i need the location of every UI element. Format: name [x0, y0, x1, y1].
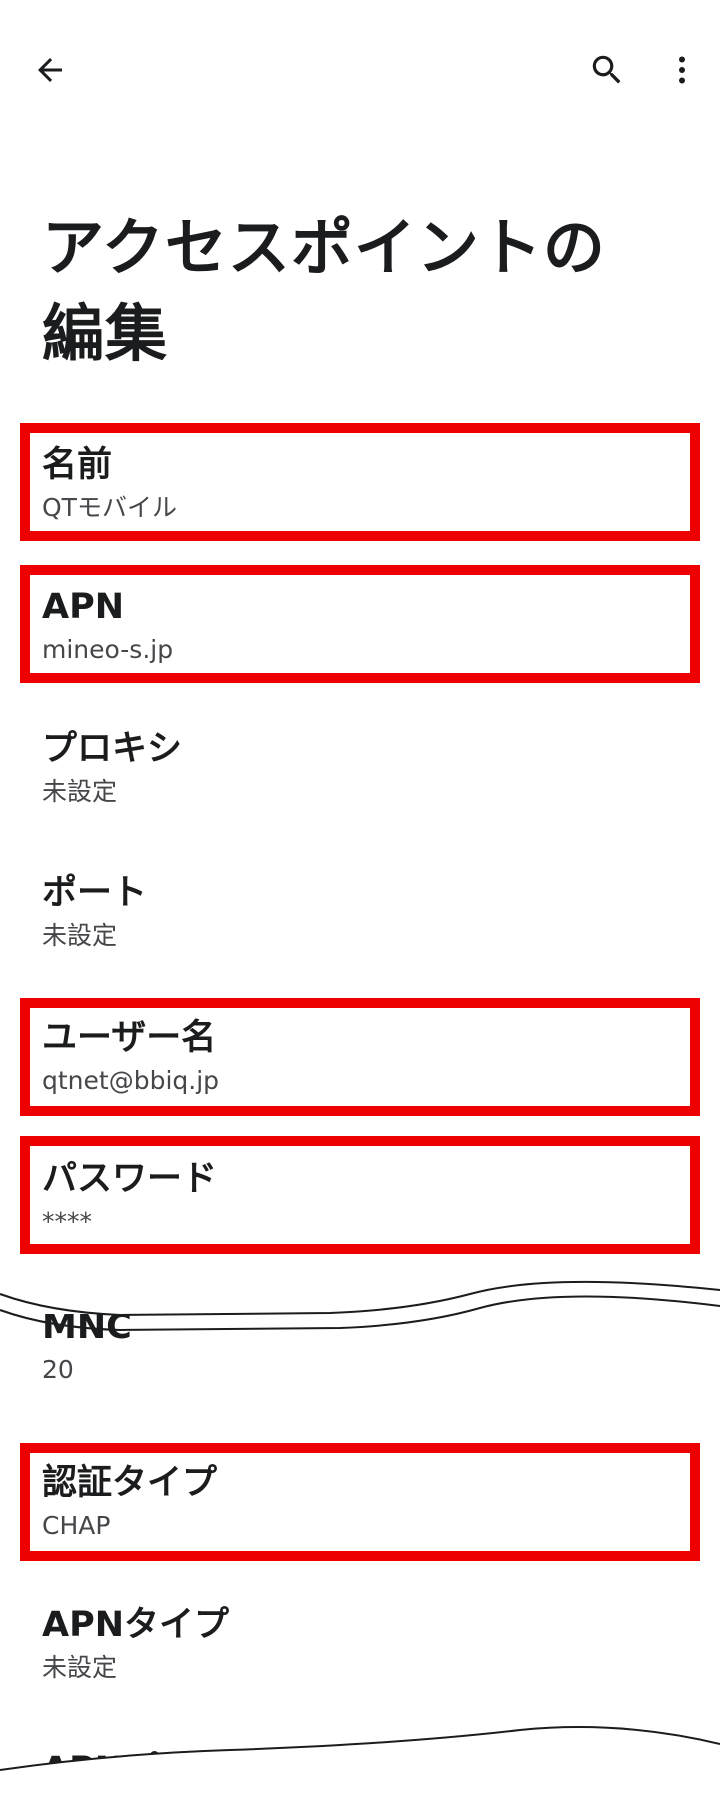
pref-title: ユーザー名	[42, 1018, 217, 1058]
pref-title: APNタイプ	[42, 1605, 230, 1645]
pref-summary: mineo-s.jp	[42, 635, 174, 664]
pref-title: 名前	[42, 445, 113, 485]
pref-summary: QTモバイル	[42, 493, 177, 522]
pref-summary: 未設定	[42, 777, 118, 806]
page-title: アクセスポイントの編集	[42, 211, 606, 370]
top-app-bar	[0, 0, 720, 140]
pref-title: 認証タイプ	[42, 1463, 218, 1503]
pref-summary: CHAP	[42, 1511, 111, 1540]
arrow-back-icon	[38, 58, 62, 82]
tear-gap	[0, 1268, 720, 1314]
pref-item-auth-type[interactable]: 認証タイプ CHAP	[42, 1461, 682, 1543]
pref-title: ポート	[42, 873, 148, 913]
pref-item-apn-type[interactable]: APNタイプ 未設定	[42, 1603, 682, 1685]
pref-summary: qtnet@bbiq.jp	[42, 1066, 220, 1095]
pref-item-password[interactable]: パスワード ****	[42, 1157, 682, 1239]
back-button[interactable]	[20, 40, 80, 100]
more-options-button[interactable]	[652, 40, 712, 100]
pref-item-name[interactable]: 名前 QTモバイル	[42, 443, 682, 525]
pref-title: パスワード	[42, 1159, 218, 1199]
pref-title: APNプロトコル	[42, 1750, 300, 1790]
pref-summary: 未設定	[42, 1653, 118, 1682]
pref-title: APN	[42, 587, 125, 627]
pref-summary: ****	[42, 1207, 92, 1236]
pref-item-port[interactable]: ポート 未設定	[42, 871, 682, 953]
more-vert-icon	[679, 56, 685, 84]
search-button[interactable]	[577, 40, 637, 100]
pref-summary: 未設定	[42, 921, 118, 950]
search-icon	[592, 55, 621, 84]
pref-item-apn[interactable]: APN mineo-s.jp	[42, 585, 682, 667]
pref-item-apn-protocol[interactable]: APNプロトコル	[42, 1748, 682, 1792]
pref-item-username[interactable]: ユーザー名 qtnet@bbiq.jp	[42, 1016, 682, 1098]
pref-title: プロキシ	[42, 729, 183, 769]
pref-item-mnc[interactable]: MNC 20	[42, 1305, 682, 1387]
pref-item-proxy[interactable]: プロキシ 未設定	[42, 727, 682, 809]
pref-summary: 20	[42, 1355, 74, 1384]
